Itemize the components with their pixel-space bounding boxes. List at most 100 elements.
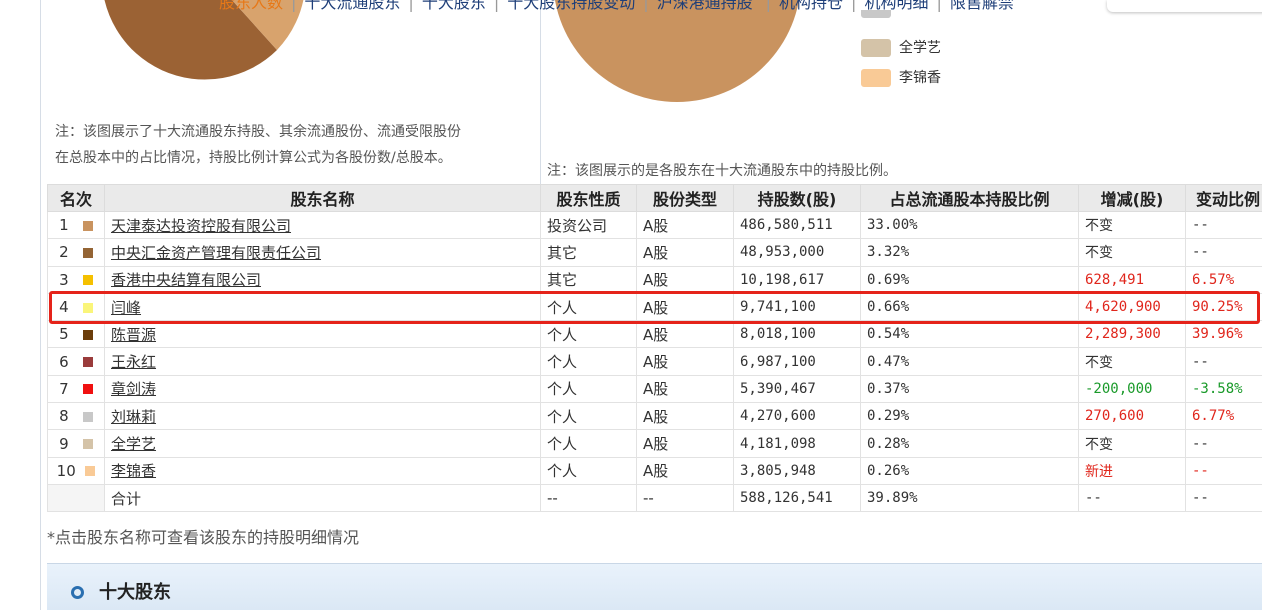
col-change: 增减(股) — [1078, 184, 1186, 212]
nature-cell: 个人 — [540, 402, 637, 431]
rank-number: 6 — [59, 352, 69, 371]
total-change-pct-cell: -- — [1185, 483, 1262, 513]
nav-tab-4[interactable]: 沪深港通持股 — [649, 0, 761, 14]
table-row: 8 刘琳莉 个人 A股 4,270,600 0.29% 270,600 6.77% — [47, 402, 1262, 431]
rank-cell: 8 — [47, 402, 105, 431]
top-holders-table: 名次 股东名称 股东性质 股份类型 持股数(股) 占总流通股本持股比例 增减(股… — [47, 184, 1262, 513]
total-ratio-cell: 39.89% — [860, 483, 1079, 513]
change-cell: 不变 — [1078, 429, 1186, 458]
shares-cell: 9,741,100 — [733, 292, 861, 322]
legend-item-2: 李锦香 — [861, 69, 941, 87]
legend-item-1: 全学艺 — [861, 39, 941, 57]
type-cell: A股 — [636, 238, 734, 267]
legend-swatch — [861, 39, 891, 57]
shares-cell: 48,953,000 — [733, 238, 861, 267]
col-shares: 持股数(股) — [733, 184, 861, 212]
holder-name-link[interactable]: 中央汇金资产管理有限责任公司 — [111, 244, 321, 262]
left-pie-chart — [104, 0, 304, 80]
right-pie-chart — [554, 0, 800, 102]
left-chart-note-line2: 在总股本中的占比情况，持股比例计算公式为各股份数/总股本。 — [55, 150, 452, 166]
ratio-cell: 3.32% — [860, 238, 1079, 267]
nav-tab-3[interactable]: 十大股东持股变动 — [499, 0, 643, 14]
holder-name-link[interactable]: 全学艺 — [111, 435, 156, 453]
holder-name-cell: 闫峰 — [104, 292, 541, 322]
left-chart-note-line1: 注：该图展示了十大流通股东持股、其余流通股份、流通受限股份 — [55, 124, 461, 140]
rank-number: 7 — [59, 379, 69, 398]
rank-cell: 9 — [47, 429, 105, 458]
nav-tab-6[interactable]: 机构明细 — [856, 0, 936, 14]
type-cell: A股 — [636, 456, 734, 485]
content-frame: 注：该图展示了十大流通股东持股、其余流通股份、流通受限股份 在总股本中的占比情况… — [40, 0, 1262, 610]
ratio-cell: 0.47% — [860, 347, 1079, 376]
ratio-cell: 0.29% — [860, 402, 1079, 431]
color-swatch — [82, 411, 93, 422]
table-header-row: 名次 股东名称 股东性质 股份类型 持股数(股) 占总流通股本持股比例 增减(股… — [47, 184, 1262, 212]
nature-cell: 个人 — [540, 320, 637, 349]
type-cell: A股 — [636, 292, 734, 322]
shares-cell: 8,018,100 — [733, 320, 861, 349]
holder-name-link[interactable]: 闫峰 — [111, 299, 141, 317]
nature-cell: 其它 — [540, 265, 637, 294]
ratio-cell: 0.28% — [860, 429, 1079, 458]
type-cell: A股 — [636, 402, 734, 431]
holder-name-link[interactable]: 刘琳莉 — [111, 408, 156, 426]
shares-cell: 486,580,511 — [733, 210, 861, 240]
type-cell: A股 — [636, 347, 734, 376]
table-row: 7 章剑涛 个人 A股 5,390,467 0.37% -200,000 -3.58% — [47, 374, 1262, 404]
change-pct-cell: -- — [1185, 456, 1262, 485]
rank-number: 2 — [59, 243, 69, 262]
rank-number: 9 — [59, 434, 69, 453]
nature-cell: 投资公司 — [540, 210, 637, 240]
total-label-cell: 合计 — [104, 483, 541, 513]
col-share-type: 股份类型 — [636, 184, 734, 212]
table-row: 6 王永红 个人 A股 6,987,100 0.47% 不变 -- — [47, 347, 1262, 376]
rank-number: 4 — [59, 298, 69, 317]
shares-cell: 4,181,098 — [733, 429, 861, 458]
type-cell: A股 — [636, 374, 734, 404]
change-pct-cell: 39.96% — [1185, 320, 1262, 349]
left-chart-panel: 注：该图展示了十大流通股东持股、其余流通股份、流通受限股份 在总股本中的占比情况… — [47, 0, 541, 184]
rank-number: 3 — [59, 270, 69, 289]
table-body: 1 天津泰达投资控股有限公司 投资公司 A股 486,580,511 33.00% 不变 -… — [47, 210, 1262, 513]
table-row: 1 天津泰达投资控股有限公司 投资公司 A股 486,580,511 33.00% 不变 -… — [47, 210, 1262, 240]
rank-cell: 10 — [47, 456, 105, 485]
table-footnote: *点击股东名称可查看该股东的持股明细情况 — [47, 528, 360, 547]
col-holder-name: 股东名称 — [104, 184, 541, 212]
col-change-pct: 变动比例 — [1185, 184, 1262, 212]
nav-tab-5[interactable]: 机构持仓 — [771, 0, 851, 14]
holder-name-link[interactable]: 李锦香 — [111, 462, 156, 480]
nav-tab-7[interactable]: 限售解禁 — [942, 0, 1022, 14]
legend-swatch — [861, 69, 891, 87]
change-cell: 不变 — [1078, 210, 1186, 240]
nav-tab-1[interactable]: 十大流通股东 — [296, 0, 408, 14]
color-swatch — [82, 439, 93, 450]
ratio-cell: 0.69% — [860, 265, 1079, 294]
total-type-cell: -- — [636, 483, 734, 513]
rank-cell: 7 — [47, 374, 105, 404]
color-swatch — [82, 384, 93, 395]
holder-name-cell: 王永红 — [104, 347, 541, 376]
holder-name-link[interactable]: 天津泰达投资控股有限公司 — [111, 217, 291, 235]
nature-cell: 个人 — [540, 429, 637, 458]
type-cell: A股 — [636, 210, 734, 240]
color-swatch — [82, 302, 93, 313]
change-pct-cell: 90.25% — [1185, 292, 1262, 322]
section-header-top-holders[interactable]: 十大股东 — [47, 563, 1262, 610]
dropdown-shadow — [1107, 0, 1262, 12]
nature-cell: 个人 — [540, 374, 637, 404]
table-row: 2 中央汇金资产管理有限责任公司 其它 A股 48,953,000 3.32% 不变 -- — [47, 238, 1262, 267]
rank-cell: 5 — [47, 320, 105, 349]
nav-tab-0[interactable]: 股东人数 — [211, 0, 291, 14]
holder-name-link[interactable]: 香港中央结算有限公司 — [111, 271, 261, 289]
holder-name-link[interactable]: 陈晋源 — [111, 326, 156, 344]
rank-cell: 2 — [47, 238, 105, 267]
holder-name-link[interactable]: 王永红 — [111, 353, 156, 371]
legend-label: 全学艺 — [899, 40, 941, 56]
holder-name-link[interactable]: 章剑涛 — [111, 380, 156, 398]
change-pct-cell: 6.57% — [1185, 265, 1262, 294]
nav-tab-2[interactable]: 十大股东 — [414, 0, 494, 14]
change-cell: 270,600 — [1078, 402, 1186, 431]
rank-number: 5 — [59, 325, 69, 344]
color-swatch — [82, 275, 93, 286]
total-nature-cell: -- — [540, 483, 637, 513]
